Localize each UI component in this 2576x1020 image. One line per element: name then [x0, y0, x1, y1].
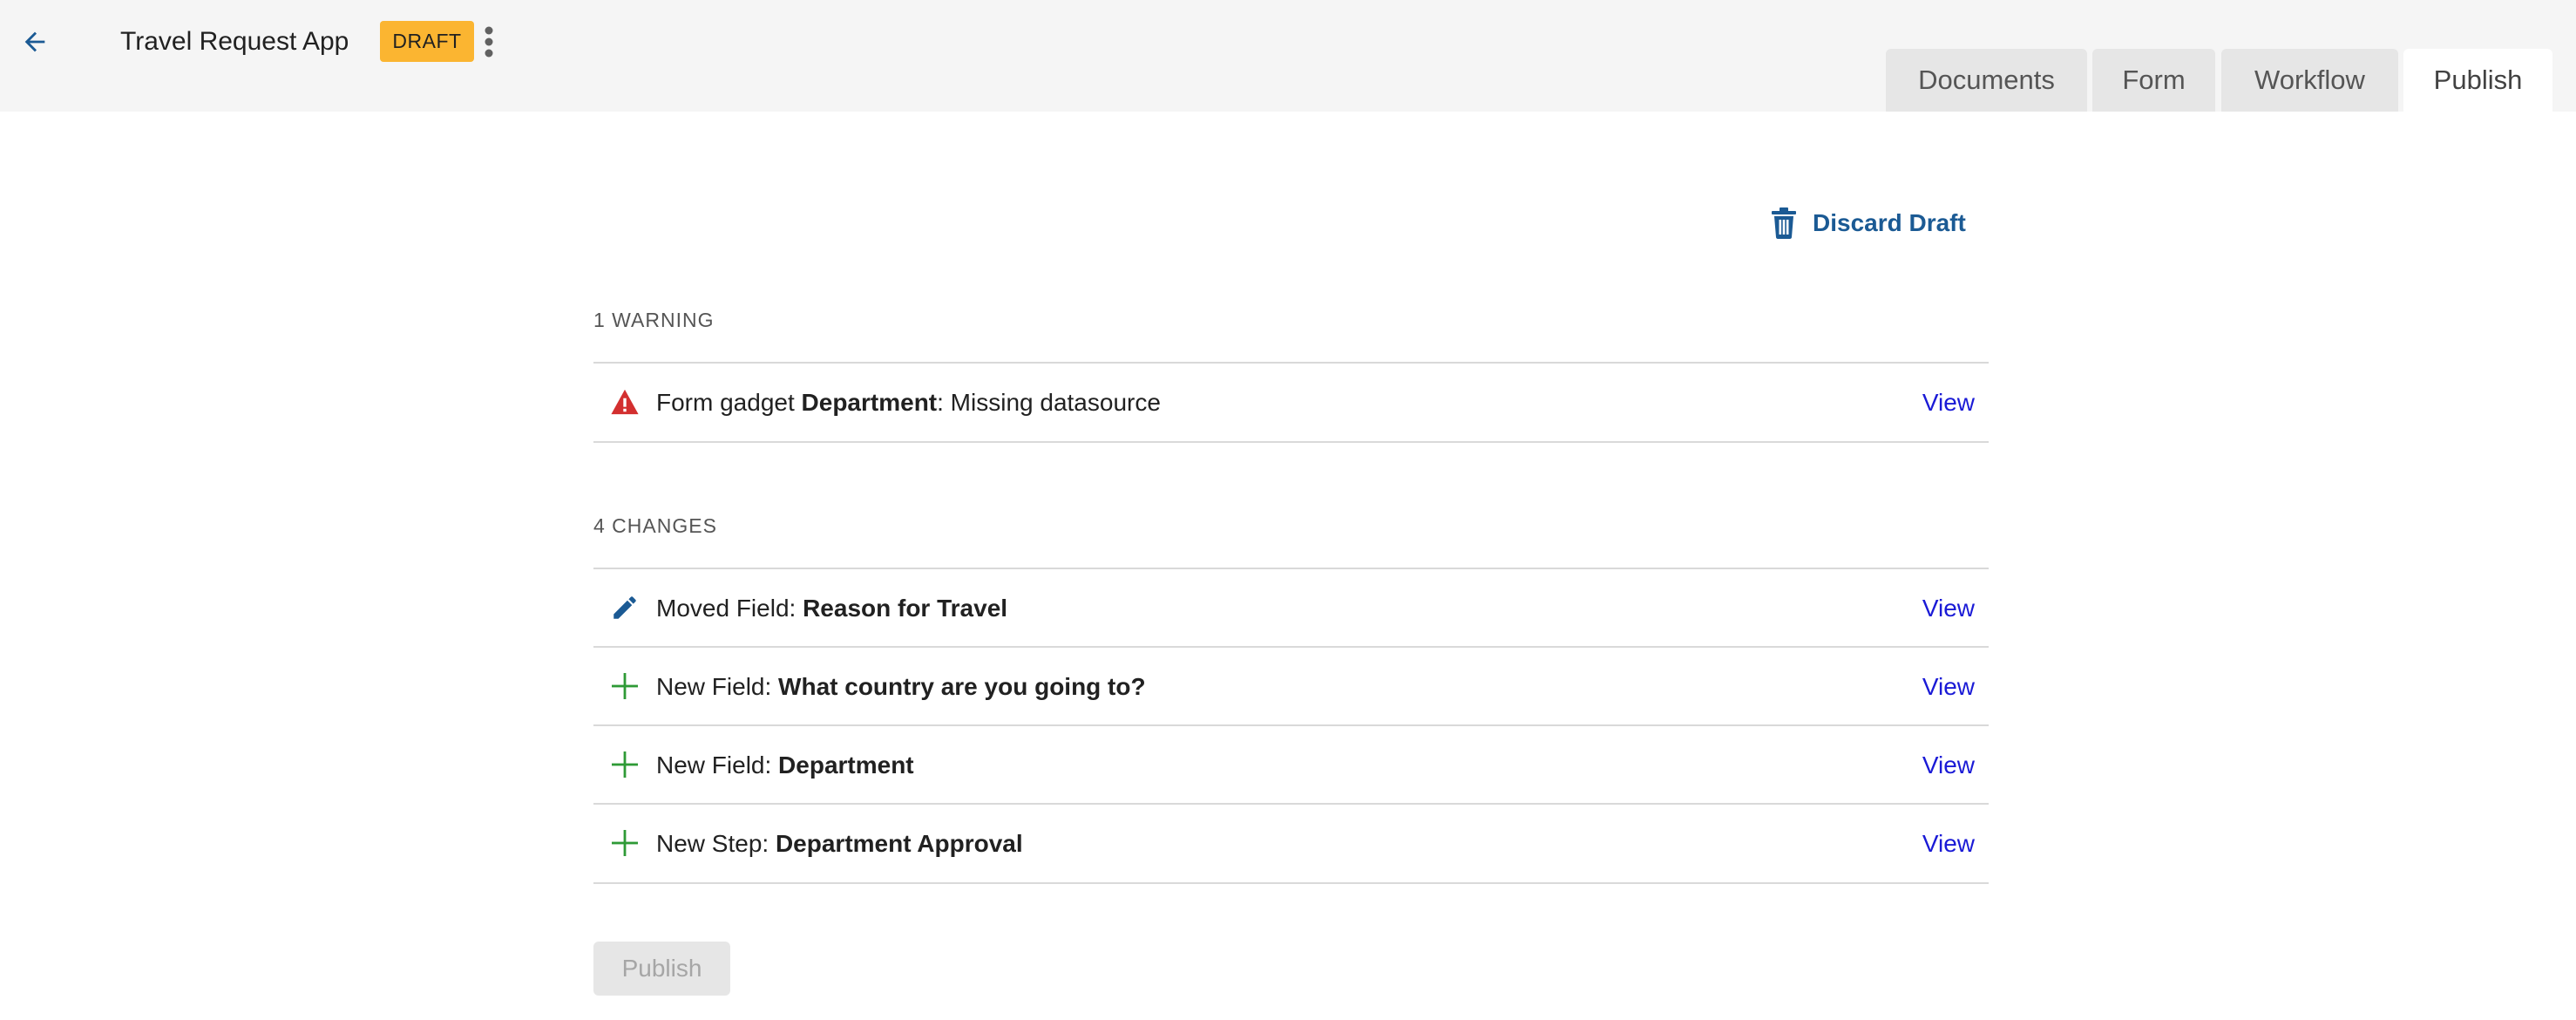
change-text: New Field: What country are you going to… — [656, 673, 1146, 700]
change-row: New Field: Department View — [593, 724, 1989, 804]
warning-text: Form gadget Department: Missing datasour… — [656, 389, 1161, 416]
change-text: New Step: Department Approval — [656, 830, 1023, 857]
discard-draft-button[interactable]: Discard Draft — [1771, 204, 1966, 242]
more-options-button[interactable] — [476, 23, 502, 61]
publish-button[interactable]: Publish — [593, 942, 730, 996]
plus-icon — [606, 745, 644, 784]
discard-draft-label: Discard Draft — [1813, 209, 1966, 236]
pencil-icon — [606, 588, 644, 627]
warning-icon — [606, 383, 644, 421]
more-vertical-icon — [485, 26, 493, 58]
change-text: Moved Field: Reason for Travel — [656, 595, 1008, 622]
tab-form[interactable]: Form — [2092, 49, 2215, 112]
app-header: Travel Request App DRAFT Documents Form … — [0, 0, 2576, 112]
trash-icon — [1772, 207, 1796, 239]
app-title: Travel Request App — [120, 27, 349, 56]
plus-icon — [606, 824, 644, 862]
view-link[interactable]: View — [1922, 805, 1975, 882]
change-row: New Field: What country are you going to… — [593, 646, 1989, 725]
change-row: New Step: Department Approval View — [593, 803, 1989, 884]
back-button[interactable] — [16, 23, 54, 61]
changes-heading: 4 CHANGES — [593, 514, 717, 537]
warning-row: Form gadget Department: Missing datasour… — [593, 362, 1989, 443]
change-row: Moved Field: Reason for Travel View — [593, 568, 1989, 647]
change-text: New Field: Department — [656, 751, 914, 779]
view-link[interactable]: View — [1922, 364, 1975, 441]
tab-workflow[interactable]: Workflow — [2221, 49, 2398, 112]
status-badge: DRAFT — [380, 21, 474, 62]
view-link[interactable]: View — [1922, 726, 1975, 804]
tab-documents[interactable]: Documents — [1886, 49, 2087, 112]
view-link[interactable]: View — [1922, 648, 1975, 725]
arrow-left-icon — [24, 31, 45, 52]
plus-icon — [606, 667, 644, 705]
tab-publish[interactable]: Publish — [2403, 49, 2552, 112]
view-link[interactable]: View — [1922, 569, 1975, 647]
warnings-heading: 1 WARNING — [593, 309, 715, 331]
